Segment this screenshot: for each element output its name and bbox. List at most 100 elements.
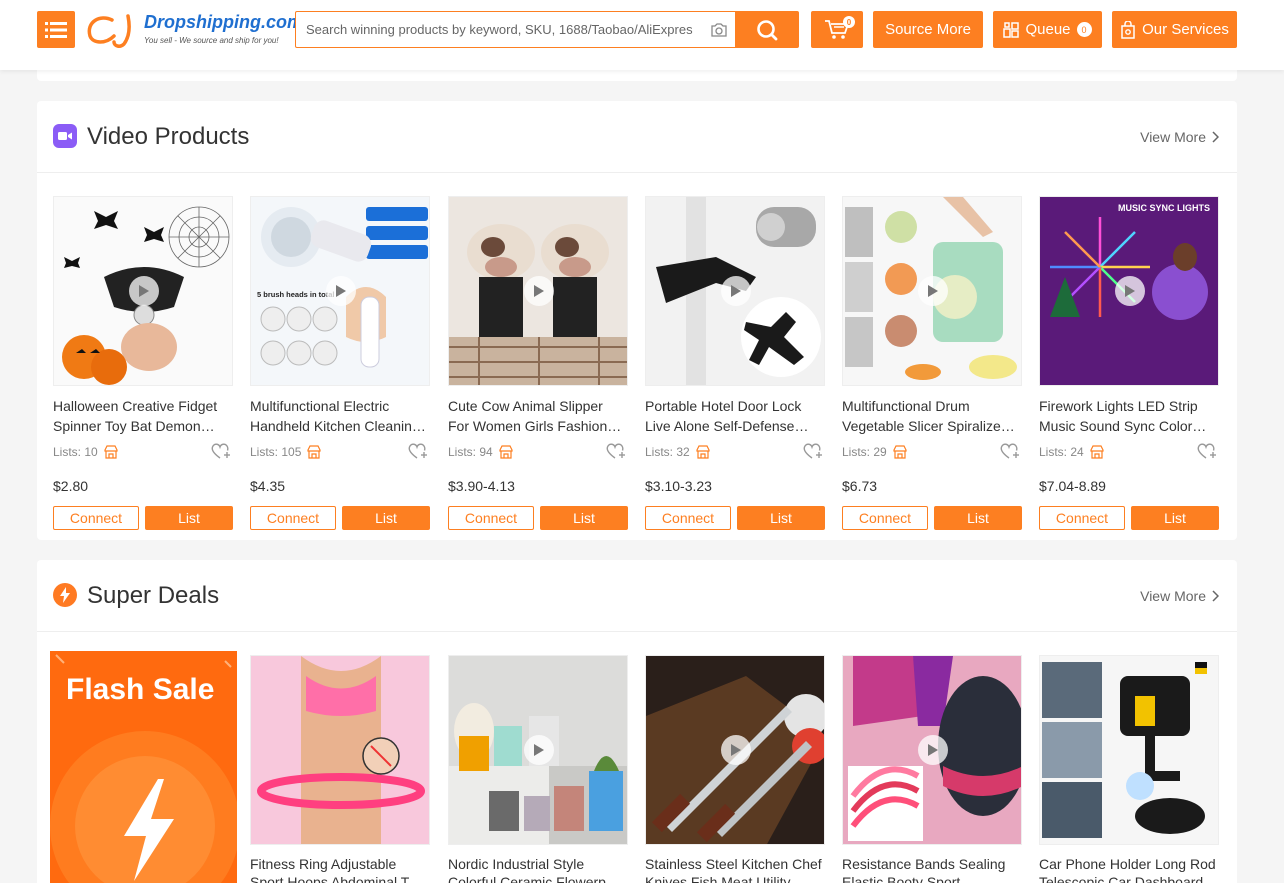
list-menu-icon xyxy=(45,21,67,38)
heart-plus-icon xyxy=(211,443,230,459)
flash-sale-banner[interactable]: Flash Sale xyxy=(50,651,237,883)
connect-button[interactable]: Connect xyxy=(645,506,731,530)
product-image[interactable]: 5 brush heads in total xyxy=(250,196,430,386)
product-title[interactable]: Cute Cow Animal Slipper For Women Girls … xyxy=(448,396,628,436)
view-more-link[interactable]: View More xyxy=(1140,588,1219,604)
deal-card[interactable]: Resistance Bands Sealing Elastic Booty S… xyxy=(842,655,1022,883)
menu-button[interactable] xyxy=(37,11,75,48)
add-favorite-button[interactable] xyxy=(803,442,823,463)
product-title[interactable]: Multifunctional Electric Handheld Kitche… xyxy=(250,396,430,436)
connect-button[interactable]: Connect xyxy=(53,506,139,530)
product-title[interactable]: Car Phone Holder Long Rod Telescopic Car… xyxy=(1039,855,1219,883)
connect-button[interactable]: Connect xyxy=(250,506,336,530)
product-image[interactable]: MUSIC SYNC LIGHTS xyxy=(1039,196,1219,386)
lists-count: Lists: 32 xyxy=(645,445,690,459)
list-button[interactable]: List xyxy=(1131,506,1219,530)
add-favorite-button[interactable] xyxy=(606,442,626,463)
lists-count: Lists: 10 xyxy=(53,445,98,459)
product-image[interactable] xyxy=(645,196,825,386)
source-more-button[interactable]: Source More xyxy=(873,11,983,48)
product-card[interactable]: Halloween Creative Fidget Spinner Toy Ba… xyxy=(53,196,233,530)
section-title: Video Products xyxy=(87,123,250,150)
product-title[interactable]: Halloween Creative Fidget Spinner Toy Ba… xyxy=(53,396,233,436)
product-image[interactable] xyxy=(53,196,233,386)
product-card[interactable]: Multifunctional Drum Vegetable Slicer Sp… xyxy=(842,196,1022,530)
play-video-button[interactable] xyxy=(721,276,751,306)
play-video-button[interactable] xyxy=(1115,276,1145,306)
store-icon xyxy=(1090,445,1104,459)
site-logo[interactable]: Dropshipping.com You sell - We source an… xyxy=(84,10,303,50)
list-button[interactable]: List xyxy=(342,506,430,530)
cart-count-badge: 0 xyxy=(843,16,855,28)
product-image[interactable] xyxy=(448,655,628,845)
our-services-label: Our Services xyxy=(1142,21,1229,38)
play-video-button[interactable] xyxy=(326,276,356,306)
play-video-button[interactable] xyxy=(918,735,948,765)
deal-card[interactable]: Fitness Ring Adjustable Sport Hoops Abdo… xyxy=(250,655,430,883)
product-image[interactable] xyxy=(1039,655,1219,845)
list-button[interactable]: List xyxy=(934,506,1022,530)
play-icon xyxy=(731,285,741,297)
logo-tagline: You sell - We source and ship for you! xyxy=(144,36,279,45)
product-price: $3.10-3.23 xyxy=(645,478,712,494)
heart-plus-icon xyxy=(606,443,625,459)
product-title[interactable]: Stainless Steel Kitchen Chef Knives Fish… xyxy=(645,855,825,883)
cj-logo-icon xyxy=(87,14,131,48)
add-favorite-button[interactable] xyxy=(211,442,231,463)
lists-count: Lists: 24 xyxy=(1039,445,1084,459)
queue-button[interactable]: Queue 0 xyxy=(993,11,1102,48)
deal-card[interactable]: Car Phone Holder Long Rod Telescopic Car… xyxy=(1039,655,1219,883)
product-title[interactable]: Firework Lights LED Strip Music Sound Sy… xyxy=(1039,396,1219,436)
queue-icon xyxy=(1003,21,1020,38)
product-title[interactable]: Resistance Bands Sealing Elastic Booty S… xyxy=(842,855,1022,883)
deal-card[interactable]: Nordic Industrial Style Colorful Ceramic… xyxy=(448,655,628,883)
product-card[interactable]: Portable Hotel Door Lock Live Alone Self… xyxy=(645,196,825,530)
flash-sale-label: Flash Sale xyxy=(66,673,215,706)
product-title[interactable]: Nordic Industrial Style Colorful Ceramic… xyxy=(448,855,628,883)
super-deals-section: Super Deals View More Flash Sale Fitness… xyxy=(37,560,1237,883)
product-title[interactable]: Portable Hotel Door Lock Live Alone Self… xyxy=(645,396,825,436)
list-button[interactable]: List xyxy=(145,506,233,530)
lists-count: Lists: 29 xyxy=(842,445,887,459)
product-image[interactable] xyxy=(842,196,1022,386)
play-video-button[interactable] xyxy=(524,276,554,306)
list-button[interactable]: List xyxy=(737,506,825,530)
product-price: $6.73 xyxy=(842,478,878,494)
product-card[interactable]: MUSIC SYNC LIGHTS Firework Lights LED St… xyxy=(1039,196,1219,530)
add-favorite-button[interactable] xyxy=(1000,442,1020,463)
product-image[interactable] xyxy=(645,655,825,845)
top-header: Dropshipping.com You sell - We source an… xyxy=(0,0,1284,70)
product-card[interactable]: 5 brush heads in total Multifunctional E… xyxy=(250,196,430,530)
source-more-label: Source More xyxy=(885,21,971,38)
search-icon xyxy=(756,19,777,40)
cart-button[interactable]: 0 xyxy=(811,11,863,48)
our-services-button[interactable]: Our Services xyxy=(1112,11,1237,48)
play-video-button[interactable] xyxy=(721,735,751,765)
image-search-button[interactable] xyxy=(703,12,735,47)
connect-button[interactable]: Connect xyxy=(1039,506,1125,530)
connect-button[interactable]: Connect xyxy=(842,506,928,530)
play-video-button[interactable] xyxy=(524,735,554,765)
heart-plus-icon xyxy=(803,443,822,459)
product-image[interactable] xyxy=(842,655,1022,845)
section-header: Super Deals View More xyxy=(37,560,1237,632)
product-title[interactable]: Multifunctional Drum Vegetable Slicer Sp… xyxy=(842,396,1022,436)
store-icon xyxy=(696,445,710,459)
list-button[interactable]: List xyxy=(540,506,628,530)
product-image[interactable] xyxy=(448,196,628,386)
search-button[interactable] xyxy=(735,12,798,47)
add-favorite-button[interactable] xyxy=(408,442,428,463)
video-products-section: Video Products View More Halloween Creat… xyxy=(37,101,1237,540)
add-favorite-button[interactable] xyxy=(1197,442,1217,463)
deal-card[interactable]: Stainless Steel Kitchen Chef Knives Fish… xyxy=(645,655,825,883)
product-image[interactable] xyxy=(250,655,430,845)
product-title[interactable]: Fitness Ring Adjustable Sport Hoops Abdo… xyxy=(250,855,430,883)
product-card[interactable]: Cute Cow Animal Slipper For Women Girls … xyxy=(448,196,628,530)
product-meta: Lists: 29 xyxy=(842,442,1022,462)
search-input[interactable] xyxy=(296,12,703,47)
connect-button[interactable]: Connect xyxy=(448,506,534,530)
view-more-link[interactable]: View More xyxy=(1140,129,1219,145)
play-video-button[interactable] xyxy=(918,276,948,306)
services-icon xyxy=(1121,20,1135,39)
play-video-button[interactable] xyxy=(129,276,159,306)
